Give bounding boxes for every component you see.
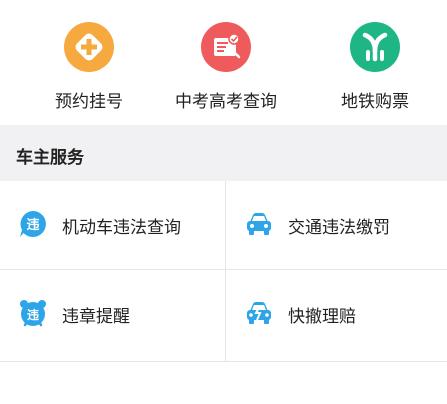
service-label: 预约挂号 (55, 92, 123, 112)
service-label: 地铁购票 (341, 92, 409, 112)
service-label: 中考高考查询 (175, 92, 277, 112)
grid-divider-vertical (225, 181, 226, 361)
service-metro-ticket[interactable]: 地铁购票 (300, 22, 447, 112)
car-icon (244, 209, 274, 239)
car-service-quick-claim[interactable]: 快撤理赔 (226, 270, 447, 358)
car-service-fine-payment[interactable]: 交通违法缴罚 (226, 181, 447, 269)
svg-text:违: 违 (27, 307, 39, 322)
grid-divider-horizontal (0, 269, 447, 270)
car-services-grid: 违 机动车违法查询 交通违法缴罚 违 违章提醒 快撤理赔 (0, 181, 447, 362)
violation-badge-icon: 违 (18, 209, 48, 239)
car-service-label: 交通违法缴罚 (288, 218, 390, 238)
section-header: 车主服务 (0, 125, 447, 181)
service-exam-query[interactable]: 中考高考查询 (151, 22, 301, 112)
car-service-label: 违章提醒 (62, 307, 130, 327)
service-appointment-registration[interactable]: 预约挂号 (14, 22, 164, 112)
alarm-clock-icon: 违 (18, 298, 48, 328)
car-service-violation-reminder[interactable]: 违 违章提醒 (0, 270, 223, 358)
car-service-violation-query[interactable]: 违 机动车违法查询 (0, 181, 223, 269)
exam-certificate-icon (201, 22, 251, 72)
car-service-label: 快撤理赔 (288, 307, 356, 327)
car-service-label: 机动车违法查询 (62, 218, 181, 238)
metro-icon (350, 22, 400, 72)
top-services-row: 预约挂号 中考高考查询 地铁购票 (0, 0, 447, 125)
car-claim-icon (244, 298, 274, 328)
section-title: 车主服务 (16, 148, 84, 168)
svg-text:违: 违 (26, 217, 39, 233)
hospital-cross-icon (64, 22, 114, 72)
